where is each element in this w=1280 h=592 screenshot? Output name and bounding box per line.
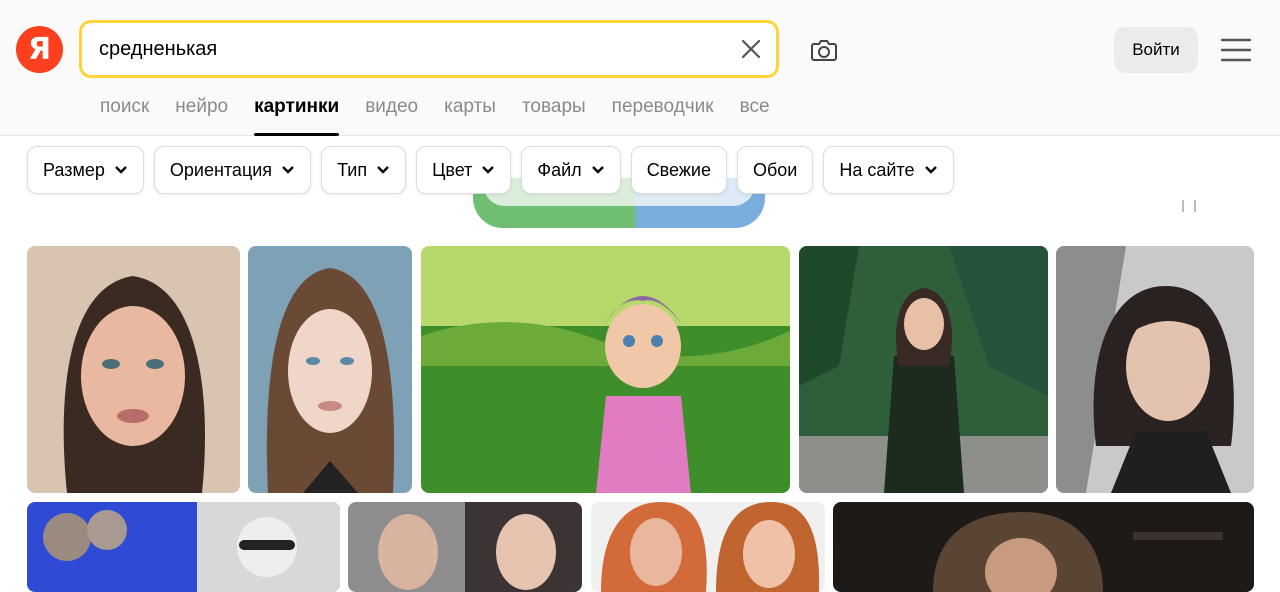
banner-graphic-mark <box>1182 200 1196 212</box>
clear-icon[interactable] <box>740 38 762 60</box>
chevron-down-icon <box>482 166 495 174</box>
tab-products[interactable]: товары <box>522 95 586 136</box>
image-result[interactable] <box>348 502 582 592</box>
image-result[interactable] <box>591 502 825 592</box>
image-result[interactable] <box>1056 246 1254 493</box>
filter-label: Свежие <box>646 159 711 180</box>
yandex-logo[interactable]: Я <box>16 26 63 73</box>
image-result[interactable] <box>833 502 1254 592</box>
image-result[interactable] <box>799 246 1048 493</box>
faces-collage-photo-icon <box>591 502 825 592</box>
camera-search-icon[interactable] <box>808 34 840 66</box>
image-result[interactable] <box>248 246 412 493</box>
chevron-down-icon <box>282 166 294 174</box>
filter-label: Тип <box>337 159 368 180</box>
login-button[interactable]: Войти <box>1114 27 1198 73</box>
image-result[interactable] <box>27 246 240 493</box>
tab-video[interactable]: видео <box>365 95 418 136</box>
chevron-down-icon <box>591 166 604 174</box>
filter-label: Цвет <box>432 159 473 180</box>
filter-color[interactable]: Цвет <box>416 146 512 194</box>
tab-all[interactable]: все <box>740 95 770 136</box>
chevron-down-icon <box>924 166 937 174</box>
filter-type[interactable]: Тип <box>321 146 407 194</box>
tab-neuro[interactable]: нейро <box>175 95 228 136</box>
tab-images[interactable]: картинки <box>254 95 340 136</box>
filter-label: Ориентация <box>169 159 273 180</box>
search-input[interactable] <box>99 23 719 75</box>
tab-search[interactable]: поиск <box>100 95 149 136</box>
header: Я Войти поиск нейро картинки видео карты… <box>0 0 1280 136</box>
portrait-photo-icon <box>1056 246 1254 493</box>
faces-collage-photo-icon <box>348 502 582 592</box>
portrait-photo-icon <box>248 246 412 493</box>
chevron-down-icon <box>115 166 127 174</box>
filter-label: Обои <box>752 159 798 180</box>
filter-on-site[interactable]: На сайте <box>823 146 954 194</box>
people-collage-photo-icon <box>27 502 340 592</box>
filter-orientation[interactable]: Ориентация <box>153 146 312 194</box>
filter-label: Файл <box>537 159 582 180</box>
hamburger-menu-icon[interactable] <box>1220 37 1252 63</box>
chevron-down-icon <box>377 166 389 174</box>
search-tabs: поиск нейро картинки видео карты товары … <box>100 95 796 136</box>
image-result[interactable] <box>27 502 340 592</box>
tab-maps[interactable]: карты <box>444 95 496 136</box>
dark-portrait-photo-icon <box>833 502 1254 592</box>
tab-translator[interactable]: переводчик <box>612 95 714 136</box>
search-box <box>79 20 779 78</box>
image-result[interactable] <box>421 246 790 493</box>
filter-bar: Размер Ориентация Тип Цвет Файл Свежие О… <box>27 146 954 194</box>
child-in-grass-photo-icon <box>421 246 790 493</box>
filter-fresh[interactable]: Свежие <box>630 146 727 194</box>
filter-size[interactable]: Размер <box>27 146 144 194</box>
filter-label: На сайте <box>839 159 915 180</box>
portrait-photo-icon <box>27 246 240 493</box>
filter-wallpapers[interactable]: Обои <box>736 146 814 194</box>
filter-file[interactable]: Файл <box>521 146 621 194</box>
filter-label: Размер <box>43 159 105 180</box>
woman-outdoors-photo-icon <box>799 246 1048 493</box>
